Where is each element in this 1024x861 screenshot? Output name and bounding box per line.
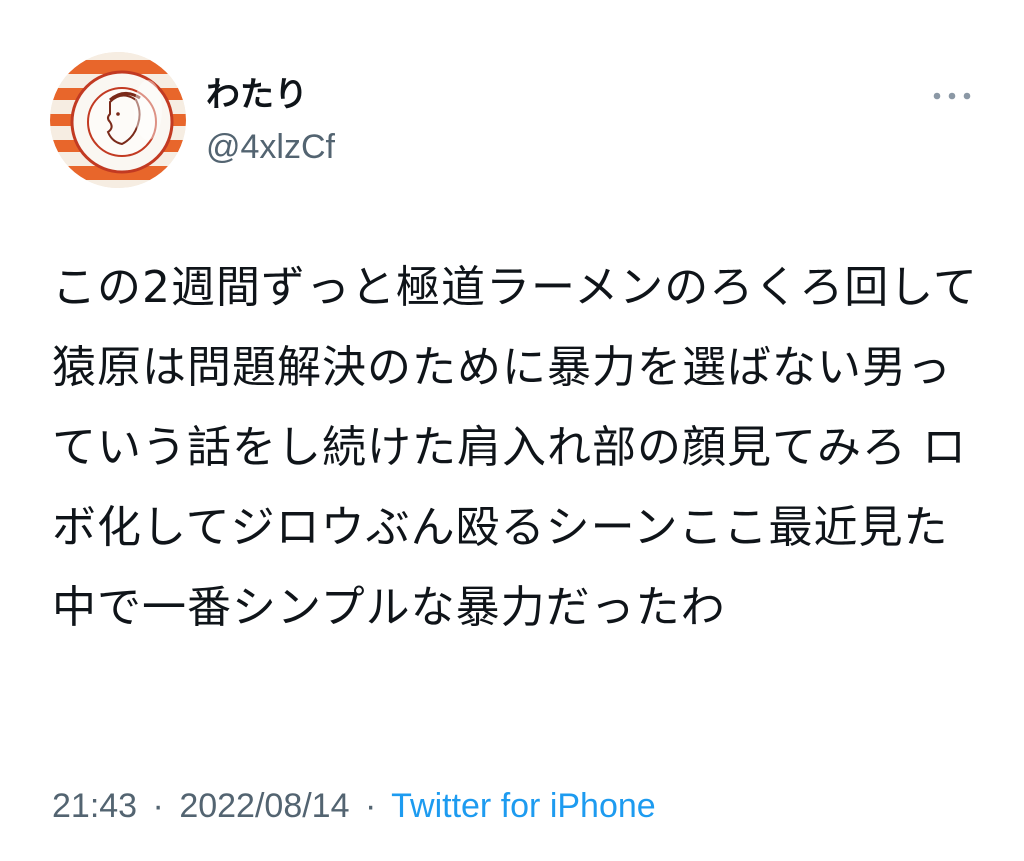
tweet-header: わたり @4xlzCf <box>50 52 990 192</box>
handle[interactable]: @4xlzCf <box>206 124 335 170</box>
meta-separator: · <box>364 787 377 825</box>
tweet-source-link[interactable]: Twitter for iPhone <box>391 787 656 825</box>
meta-separator: · <box>152 787 164 825</box>
avatar[interactable] <box>50 52 186 188</box>
tweet-time[interactable]: 21:43 <box>52 787 137 825</box>
tweet-text: この2週間ずっと極道ラーメンのろくろ回して猿原は問題解決のために暴力を選ばない男… <box>52 262 978 633</box>
display-name[interactable]: わたり <box>206 72 335 118</box>
avatar-image <box>50 52 186 188</box>
author-names: わたり @4xlzCf <box>206 72 335 170</box>
more-horizontal-icon[interactable] <box>932 88 972 104</box>
tweet-meta: 21:43 · 2022/08/14 · Twitter for iPhone <box>52 783 656 829</box>
tweet: わたり @4xlzCf この2週間ずっと極道ラーメンのろくろ回して猿原は問題解決… <box>0 0 1024 861</box>
tweet-date[interactable]: 2022/08/14 <box>179 787 349 825</box>
